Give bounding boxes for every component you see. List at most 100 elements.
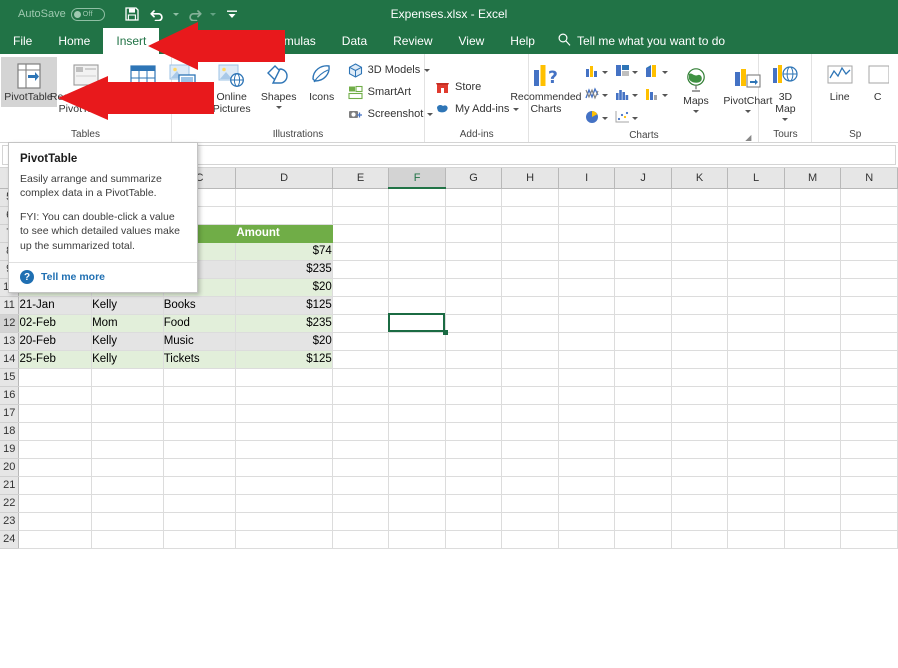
cell-A11[interactable]: 21-Jan: [19, 296, 92, 314]
cell-B17[interactable]: [92, 404, 164, 422]
cell-D19[interactable]: [236, 440, 332, 458]
cell-K13[interactable]: [671, 332, 728, 350]
cell-G14[interactable]: [445, 350, 502, 368]
cell-E11[interactable]: [332, 296, 389, 314]
cell-C21[interactable]: [163, 476, 236, 494]
cell-H16[interactable]: [502, 386, 559, 404]
cell-I20[interactable]: [558, 458, 614, 476]
cell-C24[interactable]: [163, 530, 236, 548]
cell-N14[interactable]: [841, 350, 898, 368]
row-header-22[interactable]: 22: [0, 494, 19, 512]
cell-H23[interactable]: [502, 512, 559, 530]
cell-K16[interactable]: [671, 386, 728, 404]
cell-K21[interactable]: [671, 476, 728, 494]
cell-E5[interactable]: [332, 188, 389, 206]
row-header-23[interactable]: 23: [0, 512, 19, 530]
tab-file[interactable]: File: [0, 28, 45, 54]
cell-N6[interactable]: [841, 206, 898, 224]
cell-L11[interactable]: [728, 296, 785, 314]
cell-D16[interactable]: [236, 386, 332, 404]
cell-C20[interactable]: [163, 458, 236, 476]
cell-N22[interactable]: [841, 494, 898, 512]
cell-N8[interactable]: [841, 242, 898, 260]
cell-B23[interactable]: [92, 512, 164, 530]
combo-chart-button[interactable]: [644, 107, 674, 130]
column-header-I[interactable]: I: [558, 168, 614, 188]
cell-N15[interactable]: [841, 368, 898, 386]
cell-L6[interactable]: [728, 206, 785, 224]
cell-A12[interactable]: 02-Feb: [19, 314, 92, 332]
row-header-16[interactable]: 16: [0, 386, 19, 404]
cell-F5[interactable]: [389, 188, 446, 206]
cell-A17[interactable]: [19, 404, 92, 422]
cell-I5[interactable]: [558, 188, 614, 206]
cell-J5[interactable]: [615, 188, 672, 206]
autosave-switch[interactable]: Off: [71, 8, 105, 21]
column-header-E[interactable]: E: [332, 168, 389, 188]
cell-M14[interactable]: [784, 350, 841, 368]
cell-K15[interactable]: [671, 368, 728, 386]
cell-L5[interactable]: [728, 188, 785, 206]
cell-K5[interactable]: [671, 188, 728, 206]
cell-N9[interactable]: [841, 260, 898, 278]
cell-C15[interactable]: [163, 368, 236, 386]
column-header-D[interactable]: D: [236, 168, 332, 188]
cell-I19[interactable]: [558, 440, 614, 458]
cell-I14[interactable]: [558, 350, 614, 368]
cell-L9[interactable]: [728, 260, 785, 278]
cell-F21[interactable]: [389, 476, 446, 494]
row-header-12[interactable]: 12: [0, 314, 19, 332]
row-header-14[interactable]: 14: [0, 350, 19, 368]
cell-I11[interactable]: [558, 296, 614, 314]
cell-J13[interactable]: [615, 332, 672, 350]
waterfall-chart-caret-icon[interactable]: [662, 94, 668, 97]
cell-A14[interactable]: 25-Feb: [19, 350, 92, 368]
autosave-toggle[interactable]: AutoSave Off: [18, 8, 105, 21]
cell-G21[interactable]: [445, 476, 502, 494]
cell-K6[interactable]: [671, 206, 728, 224]
cell-N20[interactable]: [841, 458, 898, 476]
cell-G19[interactable]: [445, 440, 502, 458]
cell-K24[interactable]: [671, 530, 728, 548]
cell-B24[interactable]: [92, 530, 164, 548]
cell-E14[interactable]: [332, 350, 389, 368]
cell-D13[interactable]: $20: [236, 332, 332, 350]
cell-A16[interactable]: [19, 386, 92, 404]
cell-K14[interactable]: [671, 350, 728, 368]
bar-chart-caret-icon[interactable]: [632, 71, 638, 74]
cell-J11[interactable]: [615, 296, 672, 314]
hierarchy-chart-caret-icon[interactable]: [662, 71, 668, 74]
formula-input[interactable]: [186, 145, 896, 165]
cell-F8[interactable]: [389, 242, 446, 260]
cell-D6[interactable]: [236, 206, 332, 224]
recommended-charts-button[interactable]: ? Recommended Charts: [509, 57, 583, 119]
cell-J15[interactable]: [615, 368, 672, 386]
cell-E19[interactable]: [332, 440, 389, 458]
cell-J19[interactable]: [615, 440, 672, 458]
column-header-L[interactable]: L: [728, 168, 785, 188]
cell-I15[interactable]: [558, 368, 614, 386]
cell-M21[interactable]: [784, 476, 841, 494]
cell-M7[interactable]: [784, 224, 841, 242]
cell-M18[interactable]: [784, 422, 841, 440]
cell-J24[interactable]: [615, 530, 672, 548]
cell-B22[interactable]: [92, 494, 164, 512]
cell-A20[interactable]: [19, 458, 92, 476]
row-header-11[interactable]: 11: [0, 296, 19, 314]
cell-G23[interactable]: [445, 512, 502, 530]
cell-H13[interactable]: [502, 332, 559, 350]
column-header-N[interactable]: N: [841, 168, 898, 188]
statistic-chart-button[interactable]: [614, 84, 644, 107]
cell-M11[interactable]: [784, 296, 841, 314]
cell-J10[interactable]: [615, 278, 672, 296]
cell-F20[interactable]: [389, 458, 446, 476]
pivotchart-caret-icon[interactable]: [745, 110, 751, 113]
cell-B18[interactable]: [92, 422, 164, 440]
row-header-13[interactable]: 13: [0, 332, 19, 350]
cell-G6[interactable]: [445, 206, 502, 224]
cell-K9[interactable]: [671, 260, 728, 278]
cell-E12[interactable]: [332, 314, 389, 332]
cell-J16[interactable]: [615, 386, 672, 404]
statistic-chart-caret-icon[interactable]: [632, 94, 638, 97]
cell-M17[interactable]: [784, 404, 841, 422]
